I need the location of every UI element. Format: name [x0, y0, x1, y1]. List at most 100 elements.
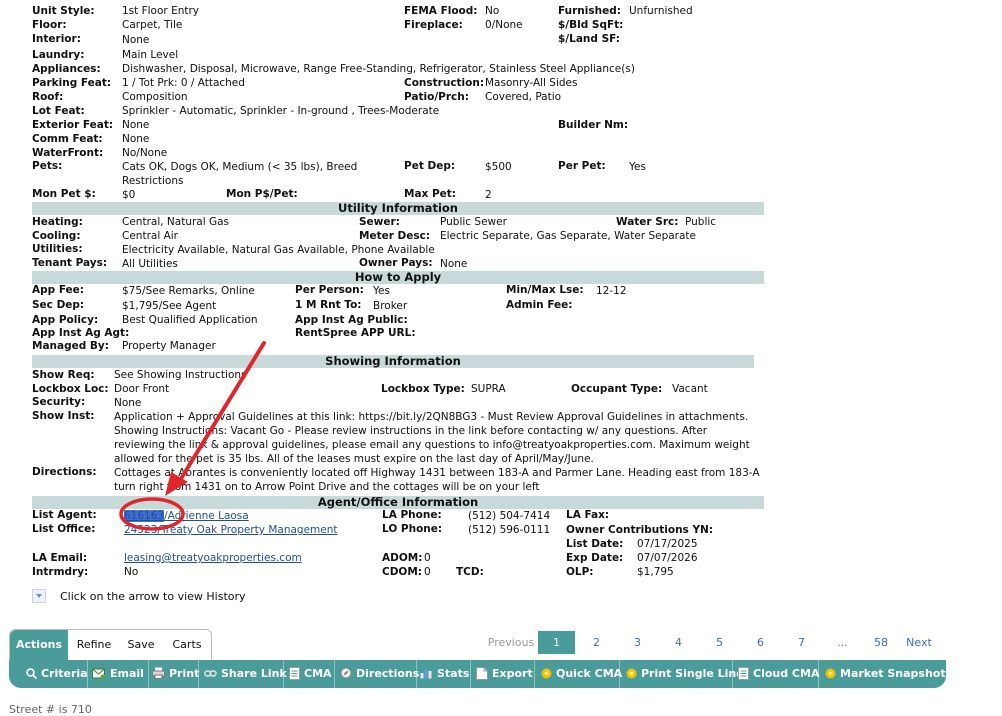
- managed-by-label: Managed By:: [32, 340, 109, 352]
- appliances-value: Dishwasher, Disposal, Microwave, Range F…: [122, 63, 635, 75]
- print-button[interactable]: Print: [149, 660, 199, 688]
- showing-section-header: Showing Information: [32, 355, 754, 368]
- history-text: Click on the arrow to view History: [60, 590, 246, 603]
- lockbox-loc-value: Door Front: [114, 383, 170, 395]
- list-office-link[interactable]: 24523/Treaty Oak Property Management: [124, 524, 338, 537]
- page-ellipsis[interactable]: ...: [830, 631, 855, 654]
- quick-cma-label: Quick CMA: [556, 667, 623, 680]
- furnished-value: Unfurnished: [629, 5, 693, 17]
- pet-dep-value: $500: [485, 161, 512, 173]
- cma-button[interactable]: CMA: [284, 660, 335, 688]
- interior-value: None: [122, 34, 150, 46]
- owner-contrib-label: Owner Contributions YN:: [566, 524, 714, 536]
- heating-value: Central, Natural Gas: [122, 216, 230, 228]
- lockbox-type-label: Lockbox Type:: [381, 383, 465, 395]
- cooling-label: Cooling:: [32, 230, 81, 242]
- email-label: Email: [110, 667, 144, 680]
- page-3[interactable]: 3: [625, 631, 650, 654]
- email-icon: [92, 668, 106, 679]
- interior-label: Interior:: [32, 33, 81, 45]
- market-snapshot-button[interactable]: Market Snapshot: [819, 660, 946, 688]
- comm-label: Comm Feat:: [32, 133, 103, 145]
- roof-label: Roof:: [32, 91, 64, 103]
- agent-id-link[interactable]: 616163: [124, 510, 165, 522]
- search-icon: [26, 667, 37, 679]
- intrmdry-label: Intrmdry:: [32, 566, 89, 578]
- page-4[interactable]: 4: [666, 631, 691, 654]
- tab-bar: Actions Refine Save Carts: [9, 629, 212, 660]
- lot-label: Lot Feat:: [32, 105, 85, 117]
- max-pet-value: 2: [485, 189, 492, 201]
- history-expand-icon[interactable]: [32, 589, 46, 603]
- stats-button[interactable]: Stats: [417, 660, 471, 688]
- furnished-label: Furnished:: [558, 5, 621, 17]
- laundry-value: Main Level: [122, 49, 179, 61]
- printer-icon: [152, 667, 165, 679]
- lo-phone-label: LO Phone:: [382, 523, 443, 535]
- min-max-label: Min/Max Lse:: [506, 284, 584, 296]
- rnt-to-value: Broker: [373, 300, 408, 312]
- security-value: None: [114, 397, 142, 409]
- tcd-label: TCD:: [456, 566, 484, 578]
- page-58[interactable]: 58: [868, 631, 894, 654]
- export-button[interactable]: Export: [471, 660, 535, 688]
- criteria-button[interactable]: Criteria: [9, 660, 88, 688]
- la-email-link[interactable]: leasing@treatyoakproperties.com: [124, 552, 302, 565]
- utilities-label: Utilities:: [32, 243, 83, 255]
- email-button[interactable]: Email: [88, 660, 149, 688]
- per-person-label: Per Person:: [295, 284, 364, 296]
- occupant-label: Occupant Type:: [571, 383, 663, 395]
- page-1[interactable]: 1: [538, 631, 575, 654]
- criteria-label: Criteria: [41, 667, 88, 680]
- tab-save[interactable]: Save: [122, 630, 160, 660]
- admin-fee-label: Admin Fee:: [506, 299, 573, 311]
- floor-value: Carpet, Tile: [122, 19, 183, 31]
- list-agent-label: List Agent:: [32, 509, 97, 521]
- parking-value: 1 / Tot Prk: 0 / Attached: [122, 77, 245, 89]
- appliances-label: Appliances:: [32, 63, 101, 75]
- footer-status: Street # is 710: [9, 703, 92, 716]
- roof-value: Composition: [122, 91, 188, 103]
- bld-sqft-label: $/Bld SqFt:: [558, 19, 624, 31]
- la-email-label: LA Email:: [32, 552, 88, 564]
- page-2[interactable]: 2: [584, 631, 609, 654]
- unit-style-value: 1st Floor Entry: [122, 5, 200, 17]
- olp-label: OLP:: [566, 566, 594, 578]
- mon-pet-label: Mon Pet $:: [32, 188, 96, 200]
- cloud-cma-button[interactable]: Cloud CMA: [733, 660, 819, 688]
- quick-cma-button[interactable]: Quick CMA: [535, 660, 623, 688]
- next-page-link[interactable]: Next: [903, 631, 935, 654]
- print-single-line-icon: [626, 668, 637, 678]
- fema-value: No: [485, 5, 500, 17]
- share-link-label: Share Link: [221, 667, 287, 680]
- previous-page-link[interactable]: Previous: [486, 631, 536, 654]
- page-5[interactable]: 5: [707, 631, 732, 654]
- page-6[interactable]: 6: [748, 631, 773, 654]
- app-policy-label: App Policy:: [32, 314, 99, 326]
- document-icon: [289, 666, 300, 680]
- link-icon: [204, 669, 217, 677]
- parking-label: Parking Feat:: [32, 77, 112, 89]
- per-pet-value: Yes: [629, 161, 646, 173]
- agent-name-link[interactable]: /Adrienne Laosa: [164, 510, 249, 522]
- show-inst-line-2: Showing Instructions: Vacant Go - Please…: [114, 425, 708, 437]
- cma-label: CMA: [304, 667, 332, 680]
- directions-button[interactable]: Directions: [335, 660, 419, 688]
- exterior-value: None: [122, 119, 150, 131]
- occupant-value: Vacant: [672, 383, 708, 395]
- tab-refine[interactable]: Refine: [72, 630, 116, 660]
- tab-carts[interactable]: Carts: [166, 630, 208, 660]
- tab-actions[interactable]: Actions: [10, 630, 68, 660]
- la-fax-label: LA Fax:: [566, 509, 610, 521]
- share-link-button[interactable]: Share Link: [199, 660, 287, 688]
- print-single-line-button[interactable]: Print Single Line: [620, 660, 744, 688]
- app-inst-agt-label: App Inst Ag Agt:: [32, 327, 130, 339]
- intrmdry-value: No: [124, 566, 139, 578]
- page-7[interactable]: 7: [789, 631, 814, 654]
- unit-style-label: Unit Style:: [32, 5, 95, 17]
- market-snapshot-icon: [825, 668, 836, 678]
- fireplace-label: Fireplace:: [404, 19, 463, 31]
- list-agent-link[interactable]: 616163/Adrienne Laosa: [124, 510, 249, 523]
- adom-value: 0: [424, 552, 431, 564]
- list-date-value: 07/17/2025: [637, 538, 698, 550]
